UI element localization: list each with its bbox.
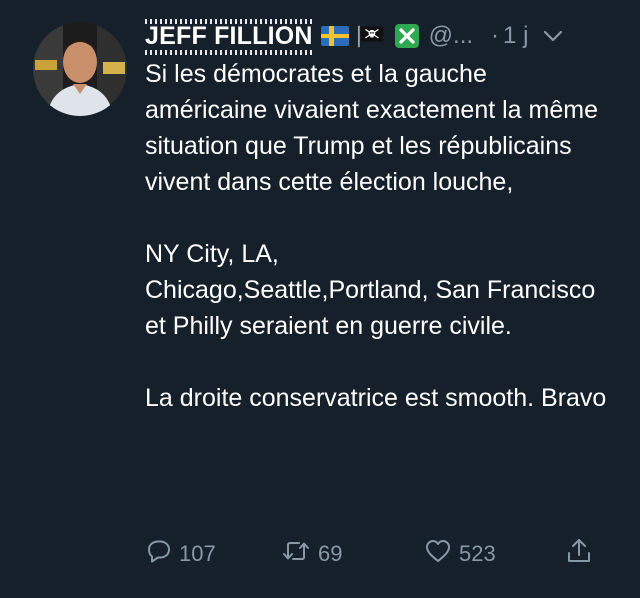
share-button[interactable] [565,534,593,574]
name-decoration-bottom [145,49,313,55]
separator-dot: · [491,22,500,49]
pirate-flag-icon [357,25,385,48]
retweet-count: 69 [318,541,343,566]
display-name[interactable]: JEFF FILLION [145,18,313,55]
tweet-paragraph: Chicago,Seattle,Portland, San Francisco … [145,276,596,340]
display-name-text: JEFF FILLION [145,21,313,50]
tweet-header: JEFF FILLION @... · 1 j [145,18,615,55]
retweet-icon [280,537,312,571]
timestamp[interactable]: 1 j [503,22,528,50]
reply-icon [145,537,173,571]
share-icon [565,536,593,572]
heart-icon [423,537,453,571]
tweet-paragraph: La droite conservatrice est smooth. Brav… [145,384,607,412]
sweden-flag-icon [320,25,349,47]
cross-mark-icon [393,24,421,48]
reply-button[interactable]: 107 [145,534,216,574]
like-button[interactable]: 523 [423,534,496,574]
tweet-paragraph: Si les démocrates et la gauche américain… [145,60,598,196]
avatar[interactable] [33,22,127,116]
tweet-paragraph: NY City, LA, [145,240,279,268]
tweet[interactable]: JEFF FILLION @... · 1 j Si les démocrate… [0,0,640,598]
tweet-actions: 107 69 523 [145,534,600,574]
like-count: 523 [459,541,496,566]
user-handle[interactable]: @... [429,22,473,50]
chevron-down-icon[interactable] [542,25,564,47]
tweet-text: Si les démocrates et la gauche américain… [145,56,615,416]
retweet-button[interactable]: 69 [280,534,342,574]
reply-count: 107 [179,541,216,566]
